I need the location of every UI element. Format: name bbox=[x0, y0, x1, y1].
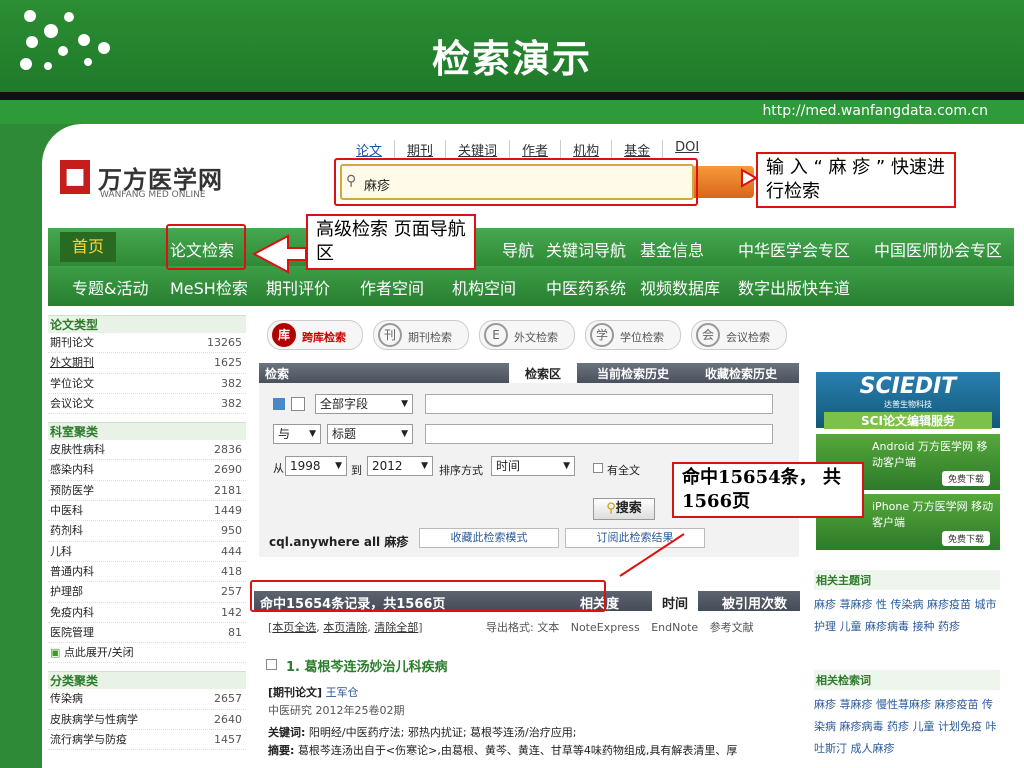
callout-nav: 高级检索 页面导航区 bbox=[306, 214, 476, 270]
callout-results: 命中15654条， 共1566页 bbox=[672, 462, 864, 518]
callout-arrows bbox=[251, 168, 759, 577]
callout-search: 输 入 “ 麻 疹 ” 快速进行检索 bbox=[756, 152, 956, 208]
